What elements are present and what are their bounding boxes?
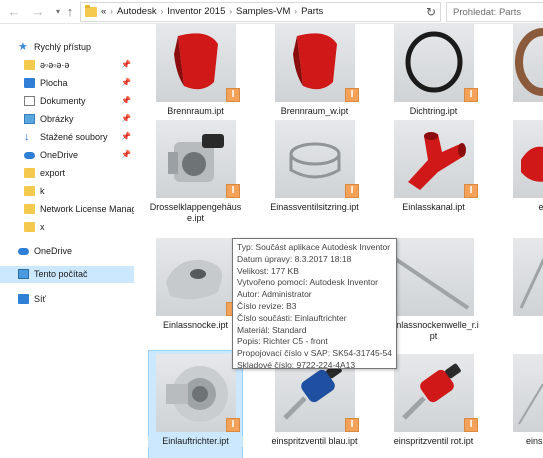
tooltip-line-revision: Číslo revize: B3 bbox=[237, 300, 297, 311]
folder-icon bbox=[24, 168, 35, 178]
file-tile[interactable]: einlass bbox=[505, 120, 543, 233]
tooltip-line-author: Autor: Administrator bbox=[237, 289, 312, 300]
part-thumbnail bbox=[156, 354, 236, 432]
sidebar-item-pictures[interactable]: Obrázky 📌 bbox=[0, 111, 134, 128]
sidebar-item-quick-access[interactable]: ★ Rychlý přístup bbox=[0, 39, 134, 56]
address-toolbar: ← → ▾ ↑ « › Autodesk › Inventor 2015 › S… bbox=[0, 0, 543, 24]
inventor-part-icon: I bbox=[464, 88, 478, 102]
sidebar-item-x[interactable]: x bbox=[0, 219, 134, 236]
desktop-icon bbox=[24, 78, 35, 88]
breadcrumb-samples-vm[interactable]: Samples-VM bbox=[236, 6, 290, 17]
inventor-part-icon: I bbox=[345, 184, 359, 198]
part-thumbnail bbox=[275, 120, 355, 198]
tooltip-line-material: Materiál: Standard bbox=[237, 324, 307, 335]
breadcrumb-autodesk[interactable]: Autodesk bbox=[117, 6, 157, 17]
breadcrumb-parts[interactable]: Parts bbox=[301, 6, 323, 17]
inventor-part-icon: I bbox=[226, 418, 240, 432]
part-thumbnail bbox=[392, 238, 474, 316]
download-icon: ↓ bbox=[24, 131, 30, 143]
part-thumbnail bbox=[513, 120, 543, 198]
pin-icon: 📌 bbox=[121, 150, 131, 159]
tooltip-line-description: Popis: Richter C5 - front bbox=[237, 336, 328, 347]
breadcrumb-inventor[interactable]: Inventor 2015 bbox=[167, 6, 225, 17]
folder-icon bbox=[24, 186, 35, 196]
part-thumbnail bbox=[156, 238, 236, 316]
sidebar-item-network[interactable]: Síť bbox=[0, 291, 134, 308]
tooltip-line-stock-number: Skladové číslo: 9722-224-4A13 bbox=[237, 359, 356, 370]
file-info-tooltip: Typ: Součást aplikace Autodesk Inventor … bbox=[232, 238, 397, 370]
breadcrumb-overflow[interactable]: « bbox=[101, 6, 106, 17]
part-thumbnail bbox=[513, 238, 543, 316]
folder-icon bbox=[24, 222, 35, 232]
folder-icon bbox=[24, 60, 35, 70]
file-tile-selected[interactable]: I Einlauftrichter.ipt bbox=[148, 350, 243, 458]
tooltip-line-type: Typ: Součást aplikace Autodesk Inventor bbox=[237, 242, 391, 252]
computer-icon bbox=[18, 269, 29, 279]
sidebar-item-documents[interactable]: Dokumenty 📌 bbox=[0, 93, 134, 110]
pin-icon: 📌 bbox=[121, 114, 131, 123]
breadcrumb: « › Autodesk › Inventor 2015 › Samples-V… bbox=[101, 6, 324, 17]
file-tile[interactable]: I Drosselklappengehäuse.ipt bbox=[148, 120, 243, 233]
navigation-pane: ★ Rychlý přístup ǝ▫ǝ▫ǝ·ǝ 📌 Plocha 📌 Doku… bbox=[0, 24, 134, 458]
pin-icon: 📌 bbox=[121, 78, 131, 87]
cloud-icon bbox=[18, 248, 29, 255]
inventor-part-icon: I bbox=[345, 418, 359, 432]
file-tile[interactable] bbox=[505, 238, 543, 351]
tooltip-line-date: Datum úpravy: 8.3.2017 18:18 bbox=[237, 253, 352, 264]
network-icon bbox=[18, 294, 29, 304]
pin-icon: 📌 bbox=[121, 60, 131, 69]
inventor-part-icon: I bbox=[226, 88, 240, 102]
inventor-part-icon: I bbox=[345, 88, 359, 102]
part-thumbnail bbox=[275, 24, 355, 102]
tooltip-line-sap-number: Propojovací číslo v SAP: SK54-31745-548 bbox=[237, 348, 392, 359]
inventor-part-icon: I bbox=[464, 418, 478, 432]
file-tile[interactable]: einspritz 1.ipt bbox=[505, 354, 543, 458]
pictures-icon bbox=[24, 114, 35, 124]
file-tile[interactable]: I einspritzventil rot.ipt bbox=[386, 354, 481, 458]
pin-icon: 📌 bbox=[121, 132, 131, 141]
pin-icon: 📌 bbox=[121, 96, 131, 105]
part-thumbnail bbox=[394, 120, 474, 198]
folder-icon bbox=[24, 204, 35, 214]
up-arrow-icon[interactable]: ↑ bbox=[62, 4, 78, 20]
sidebar-item-downloads[interactable]: ↓ Stažené soubory 📌 bbox=[0, 129, 134, 146]
forward-arrow-icon[interactable]: → bbox=[30, 4, 46, 20]
documents-icon bbox=[24, 96, 35, 106]
inventor-part-icon: I bbox=[226, 184, 240, 198]
part-thumbnail bbox=[156, 24, 236, 102]
sidebar-item-network-license-manager[interactable]: Network License Manager bbox=[0, 201, 134, 218]
inventor-part-icon: I bbox=[464, 184, 478, 198]
part-thumbnail bbox=[394, 354, 474, 432]
folder-icon bbox=[85, 5, 97, 17]
part-thumbnail bbox=[156, 120, 236, 198]
refresh-icon[interactable]: ↻ bbox=[426, 5, 436, 19]
back-arrow-icon[interactable]: ← bbox=[6, 4, 22, 20]
file-tile[interactable]: I Einlassnocke.ipt bbox=[148, 238, 243, 351]
search-placeholder: Prohledat: Parts bbox=[453, 7, 522, 18]
cloud-icon bbox=[24, 152, 35, 159]
part-thumbnail bbox=[513, 354, 543, 432]
sidebar-item-onedrive[interactable]: OneDrive bbox=[0, 243, 134, 260]
sidebar-item-this-pc[interactable]: Tento počítač bbox=[0, 266, 134, 283]
sidebar-item-desktop[interactable]: Plocha 📌 bbox=[0, 75, 134, 92]
file-tile[interactable]: I Einlasskanal.ipt bbox=[386, 120, 481, 233]
file-tile[interactable]: Einlassnockenwelle_r.ipt bbox=[386, 238, 481, 351]
tooltip-line-part-number: Číslo součásti: Einlauftrichter bbox=[237, 312, 347, 323]
search-input[interactable]: Prohledat: Parts bbox=[446, 2, 543, 22]
sidebar-item-export[interactable]: export bbox=[0, 165, 134, 182]
address-bar[interactable]: « › Autodesk › Inventor 2015 › Samples-V… bbox=[80, 2, 441, 22]
part-thumbnail bbox=[513, 24, 543, 102]
tooltip-line-created-by: Vytvořeno pomocí: Autodesk Inventor bbox=[237, 277, 378, 288]
sidebar-item-k[interactable]: k bbox=[0, 183, 134, 200]
part-thumbnail bbox=[394, 24, 474, 102]
file-tile[interactable]: I Einassventilsitzring.ipt bbox=[267, 120, 362, 233]
sidebar-item-folder[interactable]: ǝ▫ǝ▫ǝ·ǝ 📌 bbox=[0, 57, 134, 74]
sidebar-item-onedrive-pinned[interactable]: OneDrive 📌 bbox=[0, 147, 134, 164]
star-icon: ★ bbox=[18, 41, 28, 53]
tooltip-line-size: Velikost: 177 KB bbox=[237, 265, 299, 276]
